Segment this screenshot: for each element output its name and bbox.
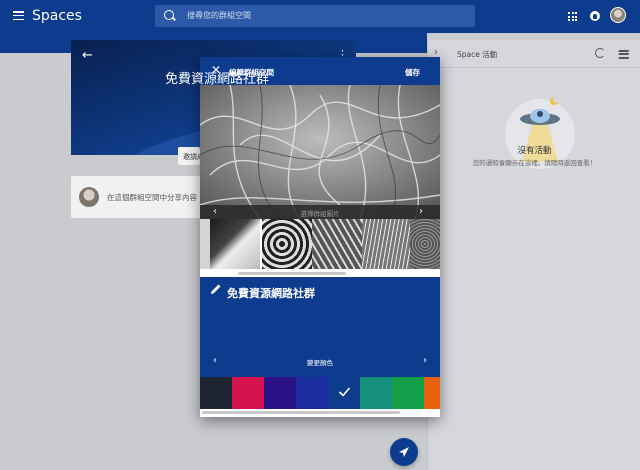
notifications-icon[interactable]: [590, 11, 600, 21]
image-thumbnail[interactable]: [210, 219, 260, 269]
activity-panel: › Space 活動 沒有活動 您的通知會顯示在這裡。請隨時返回查看！: [427, 40, 640, 470]
pencil-edit-icon[interactable]: [210, 283, 222, 295]
share-prompt[interactable]: 在這個群組空間中分享內容: [107, 192, 197, 203]
edit-space-dialog: ✕ 編輯群組空間 儲存 ‹ 選擇群組圖片 › 免費資源網路社群 ‹ 變更顏色 ›: [200, 57, 440, 417]
invite-button[interactable]: 邀請成員: [178, 147, 200, 165]
back-arrow-icon[interactable]: ←: [82, 48, 93, 63]
filter-lines-icon[interactable]: [618, 50, 630, 59]
thumbnail-scrollbar[interactable]: [238, 272, 346, 275]
search-input[interactable]: 搜尋您的群組空間: [187, 10, 251, 21]
image-picker-bar: ‹ 選擇群組圖片 ›: [200, 205, 440, 219]
chevron-right-icon[interactable]: ›: [423, 355, 427, 366]
group-name-field[interactable]: 免費資源網路社群: [227, 285, 315, 301]
image-thumbnail[interactable]: [200, 219, 210, 269]
search-icon: [164, 10, 174, 20]
activity-panel-title: Space 活動: [457, 50, 498, 59]
space-background-image: [200, 85, 440, 219]
app-title: Spaces: [32, 8, 82, 24]
app-bar: Spaces 搜尋您的群組空間: [0, 0, 640, 33]
empty-state-title: 沒有活動: [517, 146, 552, 156]
search-bar[interactable]: 搜尋您的群組空間: [155, 5, 475, 27]
image-thumbnail[interactable]: [262, 219, 312, 269]
color-swatch-row: [200, 377, 440, 409]
space-title: 免費資源網路社群: [165, 72, 270, 87]
color-picker-label: 變更顏色: [307, 359, 333, 367]
color-swatch[interactable]: [264, 377, 296, 409]
group-name-area: 免費資源網路社群 ‹ 變更顏色 ›: [200, 277, 440, 377]
hamburger-menu-icon[interactable]: [13, 11, 24, 21]
check-icon: [338, 387, 351, 397]
image-thumbnail[interactable]: [312, 219, 362, 269]
image-thumbnail[interactable]: [362, 219, 410, 269]
refresh-icon[interactable]: [595, 48, 605, 58]
image-thumbnail-strip: [200, 219, 440, 269]
apps-grid-icon[interactable]: [568, 12, 577, 21]
color-swatch[interactable]: [424, 377, 440, 409]
user-avatar[interactable]: [610, 7, 626, 23]
send-icon: [399, 447, 409, 457]
color-swatch[interactable]: [328, 377, 360, 409]
chevron-right-icon[interactable]: ›: [419, 206, 423, 217]
image-thumbnail[interactable]: [410, 219, 440, 269]
save-button[interactable]: 儲存: [405, 67, 420, 78]
color-swatch[interactable]: [200, 377, 232, 409]
activity-panel-header: › Space 活動: [428, 40, 640, 68]
image-picker-label: 選擇群組圖片: [300, 210, 340, 218]
color-swatch[interactable]: [296, 377, 328, 409]
color-swatch[interactable]: [360, 377, 392, 409]
send-fab-button[interactable]: [390, 438, 418, 466]
color-swatch[interactable]: [392, 377, 424, 409]
color-swatch[interactable]: [232, 377, 264, 409]
root-texture-image: [200, 85, 440, 219]
empty-state-subtitle: 您的通知會顯示在這裡。請隨時返回查看！: [472, 159, 597, 167]
avatar: [79, 187, 99, 207]
swatch-scrollbar[interactable]: [202, 411, 400, 414]
